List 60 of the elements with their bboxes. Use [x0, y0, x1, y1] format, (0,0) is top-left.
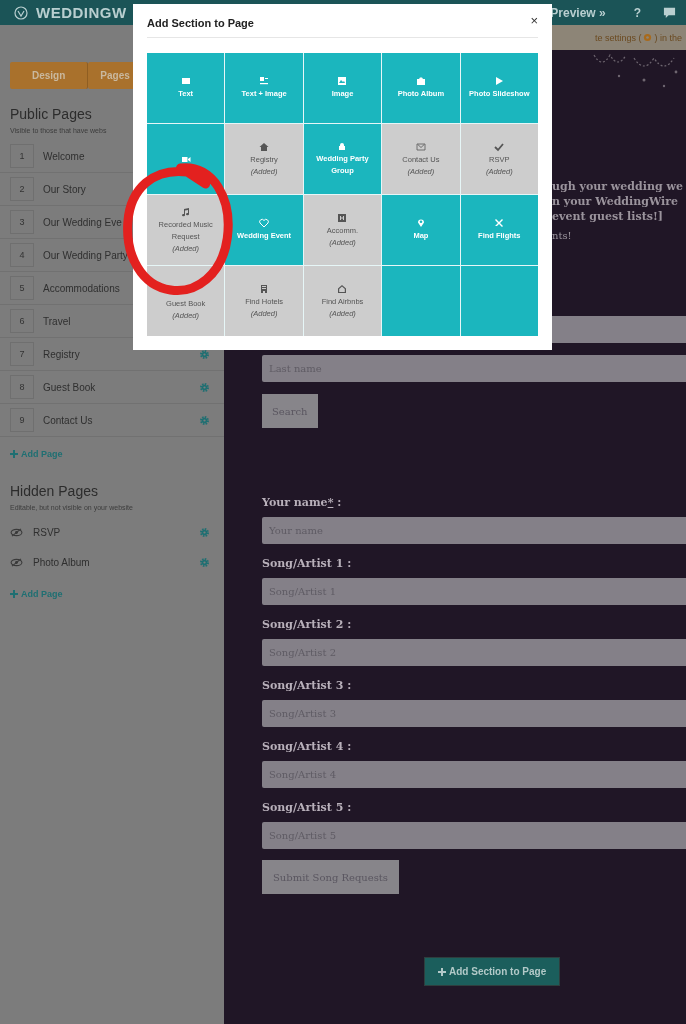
field-label: Song/Artist 5 :: [262, 801, 352, 815]
section-icon: [415, 141, 426, 152]
section-icon: [259, 218, 270, 228]
close-button[interactable]: ×: [528, 13, 540, 28]
add-section-button[interactable]: Add Section to Page: [424, 957, 561, 986]
page-number: 7: [10, 342, 34, 366]
page-name[interactable]: RSVP: [33, 526, 189, 538]
settings-icon[interactable]: [199, 348, 210, 360]
page-number: 8: [10, 375, 34, 399]
section-icon: [415, 76, 426, 86]
page-name[interactable]: Registry: [43, 348, 199, 360]
section-icon: [180, 154, 191, 164]
notice-text: ) in the: [654, 32, 682, 43]
section-icon: [337, 141, 348, 151]
page-number: 6: [10, 309, 34, 333]
section-title: Hidden Pages: [10, 483, 99, 499]
intro-text: event guest lists!]: [552, 209, 664, 224]
section-icon: [494, 218, 505, 228]
help-link[interactable]: ?: [633, 5, 641, 20]
dialog-title: Add Section to Page: [147, 15, 255, 29]
section-icon: [259, 76, 270, 86]
section-icon: [259, 283, 270, 294]
section-icon: [415, 218, 426, 228]
page-number: 4: [10, 243, 34, 267]
section-icon: [494, 76, 505, 86]
sidebar-tab[interactable]: Design: [10, 62, 89, 89]
page-name[interactable]: Contact Us: [43, 414, 199, 426]
plus-icon: [10, 590, 18, 598]
section-icon: [494, 141, 505, 152]
section-icon: [337, 76, 348, 86]
section-title: Public Pages: [10, 106, 93, 122]
field-label: Song/Artist 4 :: [262, 740, 352, 754]
page-name[interactable]: Photo Album: [33, 556, 189, 568]
notice-text: te settings (: [594, 32, 642, 43]
page-number: 2: [10, 177, 34, 201]
intro-text: ugh your wedding we: [552, 179, 684, 194]
plus-icon: [438, 967, 446, 976]
section-icon: [259, 141, 270, 152]
eye-slash-icon: [10, 557, 23, 567]
section-icon: [180, 206, 191, 217]
field-label: Song/Artist 1 :: [262, 557, 352, 571]
section-icon: [337, 212, 348, 223]
plus-icon: [10, 450, 18, 458]
section-icon: [180, 76, 191, 86]
section-icon: [337, 283, 348, 294]
settings-icon: [643, 33, 653, 42]
chat-icon[interactable]: [663, 6, 676, 19]
page-number: 5: [10, 276, 34, 300]
field-label: Song/Artist 2 :: [262, 618, 352, 632]
page-number: 3: [10, 210, 34, 234]
logo-text: WEDDINGW: [36, 4, 127, 21]
field-label: Song/Artist 3 :: [262, 679, 352, 693]
page-name[interactable]: Guest Book: [43, 381, 199, 393]
page-number: 9: [10, 408, 34, 432]
page-number: 1: [10, 144, 34, 168]
intro-text: n your WeddingWire: [552, 194, 680, 209]
eye-slash-icon: [10, 527, 23, 537]
intro-text: nts!: [552, 230, 573, 241]
field-label: Your name* :: [262, 496, 342, 510]
logo-icon: [14, 5, 28, 20]
